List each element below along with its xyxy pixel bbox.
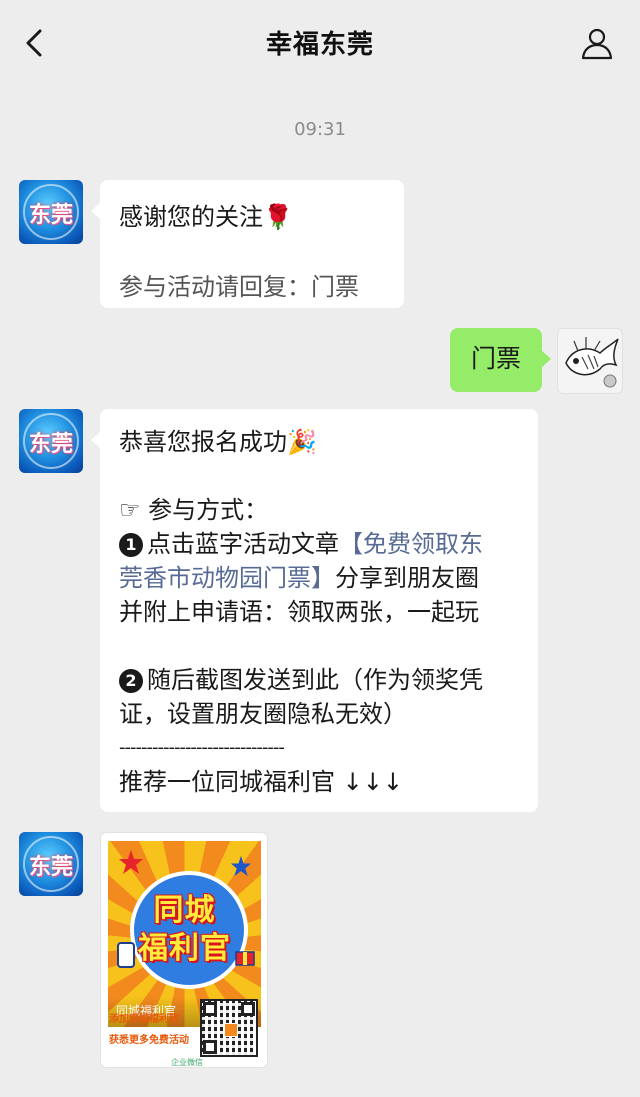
official-account-avatar[interactable]: 东莞	[19, 180, 83, 244]
avatar-label: 东莞	[28, 432, 73, 457]
step1-number-icon: 1	[119, 533, 143, 557]
star-icon	[230, 855, 252, 877]
pointing-hand-icon: ☞	[119, 496, 141, 524]
poster-image-message[interactable]: 同城 福利官 同城福利官 添加同城福利官 获悉更多免费活动 企业微信	[100, 832, 268, 1068]
official-account-avatar[interactable]: 东莞	[19, 409, 83, 473]
method-title: 参与方式：	[148, 496, 269, 524]
article-link[interactable]: 莞香市动物园门票】	[119, 564, 335, 592]
step1-line3: 并附上申请语：领取两张，一起玩	[119, 598, 479, 626]
profile-icon[interactable]	[580, 26, 614, 60]
step2-line2: 证，设置朋友圈隐私无效）	[119, 700, 407, 728]
article-link[interactable]: 【免费领取东	[339, 530, 483, 558]
poster-title-2: 福利官	[138, 931, 231, 966]
star-icon	[119, 850, 143, 874]
step1-line1: 1 点击蓝字活动文章【免费领取东	[119, 527, 520, 561]
divider-line: ------------------------------	[119, 737, 285, 758]
chat-title: 幸福东莞	[265, 30, 374, 60]
success-message-bubble[interactable]: 恭喜您报名成功🎉 ☞ 参与方式： 1 点击蓝字活动文章【免费领取东 莞香市动物园门…	[91, 409, 538, 812]
avatar-label: 东莞	[28, 855, 73, 880]
step1-suffix: 分享到朋友圈	[335, 564, 479, 592]
qr-logo	[224, 1023, 238, 1037]
rose-icon: 🌹	[263, 203, 293, 231]
message-timestamp: 09:31	[294, 119, 346, 140]
user-reply-bubble[interactable]: 门票	[450, 328, 551, 392]
qr-finder	[203, 1002, 217, 1016]
welcome-line: 感谢您的关注🌹	[119, 200, 386, 234]
top-bar: 幸福东莞	[0, 0, 640, 84]
reply-instruction: 参与活动请回复：门票	[119, 273, 359, 301]
recommend-line: 推荐一位同城福利官 ↓↓↓	[119, 768, 403, 796]
wecom-brand: 企业微信	[171, 1058, 203, 1067]
party-popper-icon: 🎉	[287, 428, 317, 456]
qr-finder	[241, 1002, 255, 1016]
step1-line2: 莞香市动物园门票】分享到朋友圈	[119, 561, 520, 595]
qr-finder	[203, 1040, 217, 1054]
step2-text: 随后截图发送到此（作为领奖凭	[147, 666, 483, 694]
welcome-text: 感谢您的关注	[119, 203, 263, 231]
success-line: 恭喜您报名成功🎉	[119, 425, 520, 459]
method-heading: ☞ 参与方式：	[119, 493, 520, 527]
step2-number-icon: 2	[119, 669, 143, 693]
card-line2: 获悉更多免费活动	[109, 1035, 189, 1046]
success-text: 恭喜您报名成功	[119, 428, 287, 456]
fish-sketch-icon	[565, 337, 619, 388]
avatar-label: 东莞	[28, 203, 73, 228]
welcome-message-bubble[interactable]: 感谢您的关注🌹 参与活动请回复：门票	[91, 180, 404, 308]
user-reply-text: 门票	[470, 344, 521, 373]
card-line1: 添加同城福利官	[109, 1014, 179, 1025]
official-account-avatar[interactable]: 东莞	[19, 832, 83, 896]
step1-prefix: 点击蓝字活动文章	[147, 530, 339, 558]
qr-code[interactable]	[200, 999, 258, 1057]
step2-line1: 2 随后截图发送到此（作为领奖凭	[119, 663, 520, 697]
user-avatar[interactable]	[557, 328, 623, 394]
